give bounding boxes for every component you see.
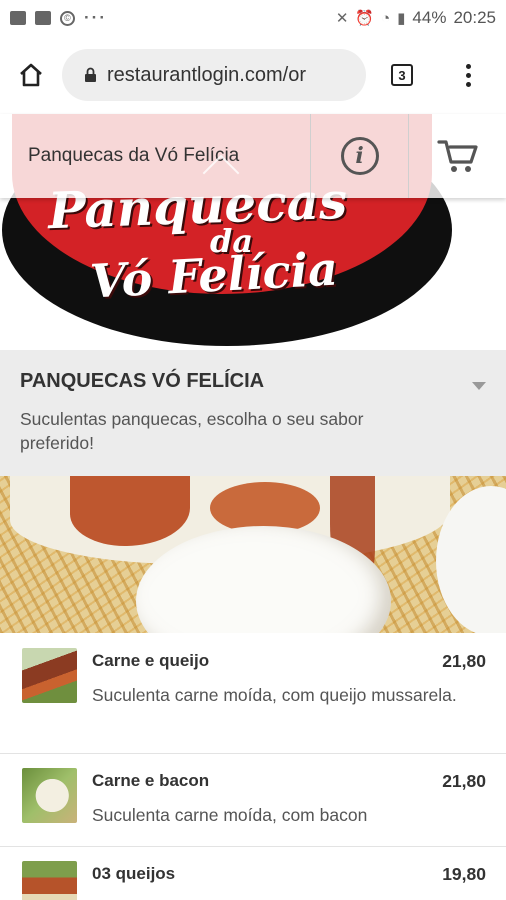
tab-switcher-button[interactable]: 3 bbox=[366, 36, 438, 114]
home-icon bbox=[20, 63, 42, 87]
menu-dot bbox=[465, 72, 471, 78]
menu-dot bbox=[465, 63, 471, 69]
menu-item-list: Carne e queijo 21,80 Suculenta carne moí… bbox=[0, 633, 506, 900]
menu-item-price: 21,80 bbox=[442, 771, 486, 791]
category-section[interactable]: PANQUECAS VÓ FELÍCIA Suculentas panqueca… bbox=[0, 350, 506, 476]
tab-count: 3 bbox=[391, 64, 413, 86]
wifi-icon: ◔ bbox=[381, 9, 391, 27]
battery-level: 44% bbox=[412, 8, 447, 27]
more-notifications-icon: ··· bbox=[84, 8, 107, 27]
info-icon: i bbox=[340, 137, 379, 175]
status-bar: © ··· ✕ ⏰ ◔ ▮ 44% 20:25 bbox=[0, 0, 506, 36]
restaurant-name: Panquecas da Vó Felícia bbox=[28, 145, 240, 166]
alarm-icon: ⏰ bbox=[355, 10, 375, 27]
browser-toolbar: restaurantlogin.com/or 3 bbox=[0, 36, 506, 114]
menu-item-price: 21,80 bbox=[442, 651, 486, 671]
menu-item[interactable]: Carne e queijo 21,80 Suculenta carne moí… bbox=[0, 633, 506, 754]
image-icon bbox=[35, 11, 51, 25]
menu-dot bbox=[465, 81, 471, 87]
menu-item-description: Suculenta carne moída, com bacon bbox=[92, 805, 368, 825]
status-system: ✕ ⏰ ◔ ▮ 44% 20:25 bbox=[336, 8, 496, 28]
category-photo bbox=[0, 476, 506, 633]
home-button[interactable] bbox=[0, 36, 62, 114]
menu-item-price: 19,80 bbox=[442, 864, 486, 884]
info-button[interactable]: i bbox=[310, 114, 408, 198]
url-text: restaurantlogin.com/or bbox=[107, 63, 306, 86]
menu-item[interactable]: 03 queijos 19,80 bbox=[0, 847, 506, 900]
category-description: Suculentas panquecas, escolha o seu sabo… bbox=[20, 409, 364, 453]
menu-item-name: Carne e bacon bbox=[92, 771, 210, 790]
copyright-icon: © bbox=[60, 10, 75, 26]
address-bar[interactable]: restaurantlogin.com/or bbox=[62, 49, 366, 101]
menu-item-thumbnail bbox=[22, 861, 77, 900]
lock-icon bbox=[85, 67, 96, 82]
restaurant-header: Panquecas da Vó Felícia i bbox=[0, 114, 506, 198]
menu-item-description: Suculenta carne moída, com queijo mussar… bbox=[92, 685, 457, 705]
mute-icon: ✕ bbox=[335, 10, 349, 27]
category-title: PANQUECAS VÓ FELÍCIA bbox=[20, 370, 265, 392]
menu-item-name: Carne e queijo bbox=[92, 651, 210, 670]
signal-icon: ▮ bbox=[397, 10, 406, 27]
chevron-down-icon[interactable] bbox=[472, 382, 486, 390]
cart-icon bbox=[436, 140, 478, 172]
menu-item-name: 03 queijos bbox=[92, 864, 176, 883]
message-icon bbox=[10, 11, 26, 25]
menu-item[interactable]: Carne e bacon 21,80 Suculenta carne moíd… bbox=[0, 754, 506, 847]
cart-button[interactable] bbox=[408, 114, 506, 198]
clock: 20:25 bbox=[453, 8, 496, 27]
status-notifications: © ··· bbox=[10, 8, 107, 28]
browser-menu-button[interactable] bbox=[438, 36, 498, 114]
